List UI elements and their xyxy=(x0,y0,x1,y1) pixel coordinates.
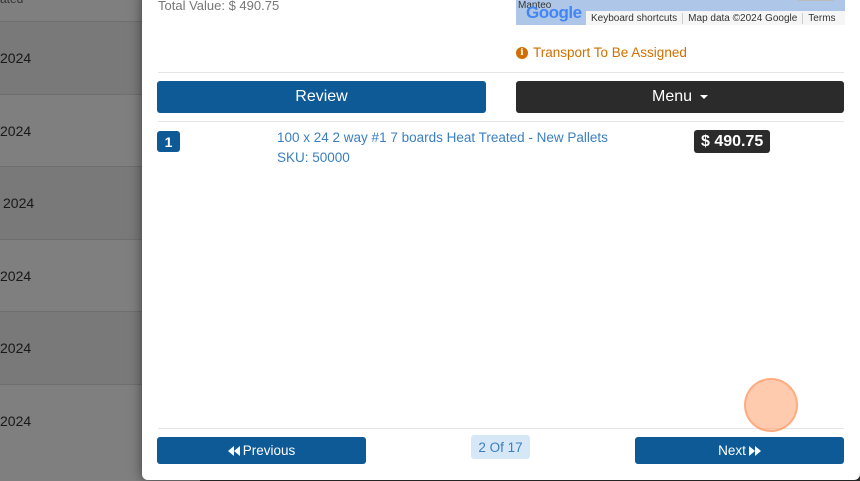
next-button[interactable]: Next xyxy=(635,437,844,464)
google-logo: Google xyxy=(526,3,582,22)
transport-status: i Transport To Be Assigned xyxy=(516,45,687,60)
item-price-badge: $ 490.75 xyxy=(694,130,771,153)
divider xyxy=(158,428,844,429)
divider xyxy=(158,72,844,73)
item-title-link[interactable]: 100 x 24 2 way #1 7 boards Heat Treated … xyxy=(277,130,608,145)
page-indicator: 2 Of 17 xyxy=(471,435,530,459)
menu-dropdown-button[interactable]: Menu xyxy=(516,81,844,113)
terms-link[interactable]: Terms xyxy=(803,13,840,24)
double-chevron-left-icon xyxy=(227,445,240,456)
keyboard-shortcuts-link[interactable]: Keyboard shortcuts xyxy=(586,12,684,24)
item-sku: SKU: 50000 xyxy=(277,150,350,165)
map-attribution-bar: Keyboard shortcuts Map data ©2024 Google… xyxy=(586,11,845,25)
caret-down-icon xyxy=(700,95,709,99)
previous-button[interactable]: Previous xyxy=(157,437,366,464)
review-button[interactable]: Review xyxy=(157,81,486,113)
double-chevron-right-icon xyxy=(748,445,761,456)
transport-status-text: Transport To Be Assigned xyxy=(533,45,687,60)
info-icon: i xyxy=(516,46,528,59)
divider xyxy=(158,121,844,122)
map-data-label: Map data ©2024 Google xyxy=(683,12,804,24)
previous-label: Previous xyxy=(242,443,296,458)
total-value: Total Value: $ 490.75 xyxy=(158,0,280,13)
map-control-button[interactable] xyxy=(798,0,834,1)
touch-indicator xyxy=(744,378,798,432)
map-widget[interactable]: Manteo Google Keyboard shortcuts Map dat… xyxy=(516,0,845,25)
menu-label: Menu xyxy=(651,88,693,105)
next-label: Next xyxy=(718,443,746,458)
item-index-badge: 1 xyxy=(157,131,180,152)
